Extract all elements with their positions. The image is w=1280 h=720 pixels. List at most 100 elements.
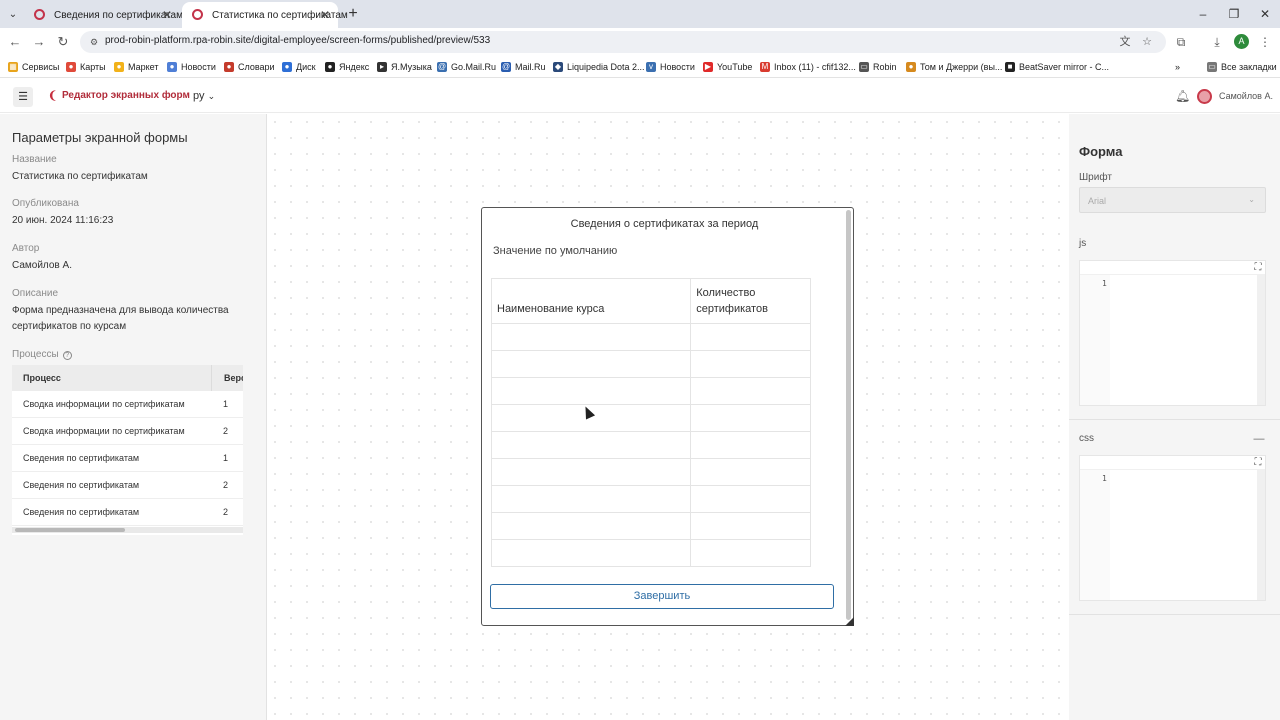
forward-arrow-icon[interactable]: → [30,33,48,51]
app-header: ☰ ❨ Редактор экранных форм ру ⌄ 🔔︎ Самой… [0,80,1280,113]
bookmark-item[interactable]: ● Том и Джерри (вы... [906,60,1002,74]
star-bookmark-icon[interactable]: ☆ [1140,35,1154,49]
username[interactable]: Самойлов А. [1219,91,1273,101]
close-icon[interactable]: ✕ [318,8,332,22]
column-header-version[interactable]: Версия [211,365,243,391]
bookmark-item[interactable]: M Inbox (11) - cfif132... [760,60,856,74]
translate-icon[interactable]: 文 [1118,35,1132,49]
course-cell[interactable] [490,431,692,459]
bookmark-item[interactable]: ● Яндекс [325,60,369,74]
bell-notification-icon[interactable]: 🔔︎ [1175,89,1190,103]
new-tab-plus-icon[interactable]: + [344,5,362,23]
table-row[interactable]: Сведения по сертификатам 2 [12,499,243,526]
close-icon[interactable]: ✕ [160,8,174,22]
bookmark-item[interactable]: ● Словари [224,60,275,74]
address-bar[interactable]: ⚙ prod-robin-platform.rpa-robin.site/dig… [80,31,1166,53]
expand-fullscreen-icon[interactable]: ⛶ [1252,457,1264,469]
count-cell[interactable] [690,323,811,351]
user-avatar[interactable] [1197,89,1212,104]
window-close-icon[interactable]: ✕ [1256,5,1274,23]
help-question-icon[interactable]: ? [62,351,72,360]
url-text: prod-robin-platform.rpa-robin.site/digit… [105,35,491,46]
course-cell[interactable] [490,458,692,486]
course-cell[interactable] [490,485,692,513]
table-row[interactable]: Сведения по сертификатам 2 [12,472,243,499]
count-cell[interactable] [690,404,811,432]
table-header-row: Наименование курса Количество сертификат… [490,278,811,324]
language-select[interactable]: ру ⌄ [193,90,215,102]
editor-scrollbar[interactable] [1257,470,1265,600]
download-icon[interactable]: ⤓ [1208,33,1226,51]
bookmark-item[interactable]: ● Новости [167,60,216,74]
browser-tab-inactive[interactable]: Сведения по сертификатам ✕ [24,2,183,28]
course-cell[interactable] [490,512,692,540]
robin-favicon-icon [34,9,45,20]
course-cell[interactable] [490,539,692,567]
count-cell[interactable] [690,431,811,459]
music-icon: ▸ [377,62,387,72]
table-horizontal-scrollbar[interactable] [12,527,243,533]
js-label: js [1079,238,1087,249]
bookmark-item[interactable]: ▭ Robin [859,60,897,74]
vk-icon: v [646,62,656,72]
restore-icon[interactable]: ❐ [1225,5,1243,23]
bookmark-item[interactable]: ● Диск [282,60,316,74]
count-cell[interactable] [690,458,811,486]
count-cell[interactable] [690,350,811,378]
collapse-minus-icon[interactable]: — [1253,433,1265,445]
table-row [490,431,811,459]
count-cell[interactable] [690,539,811,567]
table-row[interactable]: Сводка информации по сертификатам 1 [12,391,243,418]
table-row [490,377,811,405]
finish-button[interactable]: Завершить [490,584,834,609]
folder-icon: ▭ [859,62,869,72]
frame-vertical-scrollbar[interactable] [846,210,851,620]
course-cell[interactable] [490,350,692,378]
processes-table: Процесс Версия Сводка информации по серт… [12,365,243,535]
expand-fullscreen-icon[interactable]: ⛶ [1252,262,1264,274]
count-cell[interactable] [690,377,811,405]
js-code-editor[interactable]: 1 ⛶ [1079,260,1266,406]
profile-avatar[interactable]: A [1234,34,1249,49]
extensions-icon[interactable]: ⧉ [1172,33,1190,51]
count-cell[interactable] [690,485,811,513]
hamburger-menu-icon[interactable]: ☰ [13,87,33,107]
site-info-icon[interactable]: ⚙ [88,36,100,48]
bookmark-item[interactable]: ▸ Я.Музыка [377,60,432,74]
font-select[interactable]: Arial ⌄ [1079,187,1266,213]
robin-logo-icon: ❨ [48,89,58,102]
table-row[interactable]: Сводка информации по сертификатам 2 [12,418,243,445]
scrollbar-thumb[interactable] [15,528,125,532]
table-row [490,458,811,486]
editor-scrollbar[interactable] [1257,275,1265,405]
bookmark-item[interactable]: ■ BeatSaver mirror - C... [1005,60,1109,74]
bookmark-item[interactable]: ● Маркет [114,60,158,74]
bookmark-item[interactable]: ● Карты [66,60,106,74]
dictionary-icon: ● [224,62,234,72]
bookmarks-overflow-icon[interactable]: » [1175,60,1180,74]
course-cell[interactable] [490,377,692,405]
bookmark-item[interactable]: ▶ YouTube [703,60,752,74]
reload-icon[interactable]: ↻ [54,33,72,51]
form-properties-panel: Форма Шрифт Arial ⌄ js 1 ⛶ css — 1 ⛶ [1069,114,1280,720]
bookmark-item[interactable]: @ Mail.Ru [501,60,546,74]
table-row [490,404,811,432]
bookmark-item[interactable]: ◆ Liquipedia Dota 2... [553,60,645,74]
browser-tab-active[interactable]: Статистика по сертификатам ✕ [182,2,348,28]
count-cell[interactable] [690,512,811,540]
app-brand[interactable]: ❨ Редактор экранных форм [48,90,190,101]
course-cell[interactable] [490,323,692,351]
css-code-editor[interactable]: 1 ⛶ [1079,455,1266,601]
column-header-process[interactable]: Процесс [23,373,61,383]
bookmark-item[interactable]: @ Go.Mail.Ru [437,60,496,74]
tab-search-icon[interactable]: ⌄ [4,5,22,23]
bookmark-item[interactable]: v Новости [646,60,695,74]
back-arrow-icon[interactable]: ← [6,33,24,51]
bookmark-item[interactable]: ▦ Сервисы [8,60,59,74]
form-parameters-panel: Параметры экранной формы Название Статис… [0,114,267,720]
kebab-menu-icon[interactable]: ⋮ [1256,33,1274,51]
minimize-icon[interactable]: – [1194,5,1212,23]
table-row[interactable]: Сведения по сертификатам 1 [12,445,243,472]
all-bookmarks[interactable]: ▭ Все закладки [1207,60,1277,74]
resize-handle-icon[interactable] [845,617,854,626]
